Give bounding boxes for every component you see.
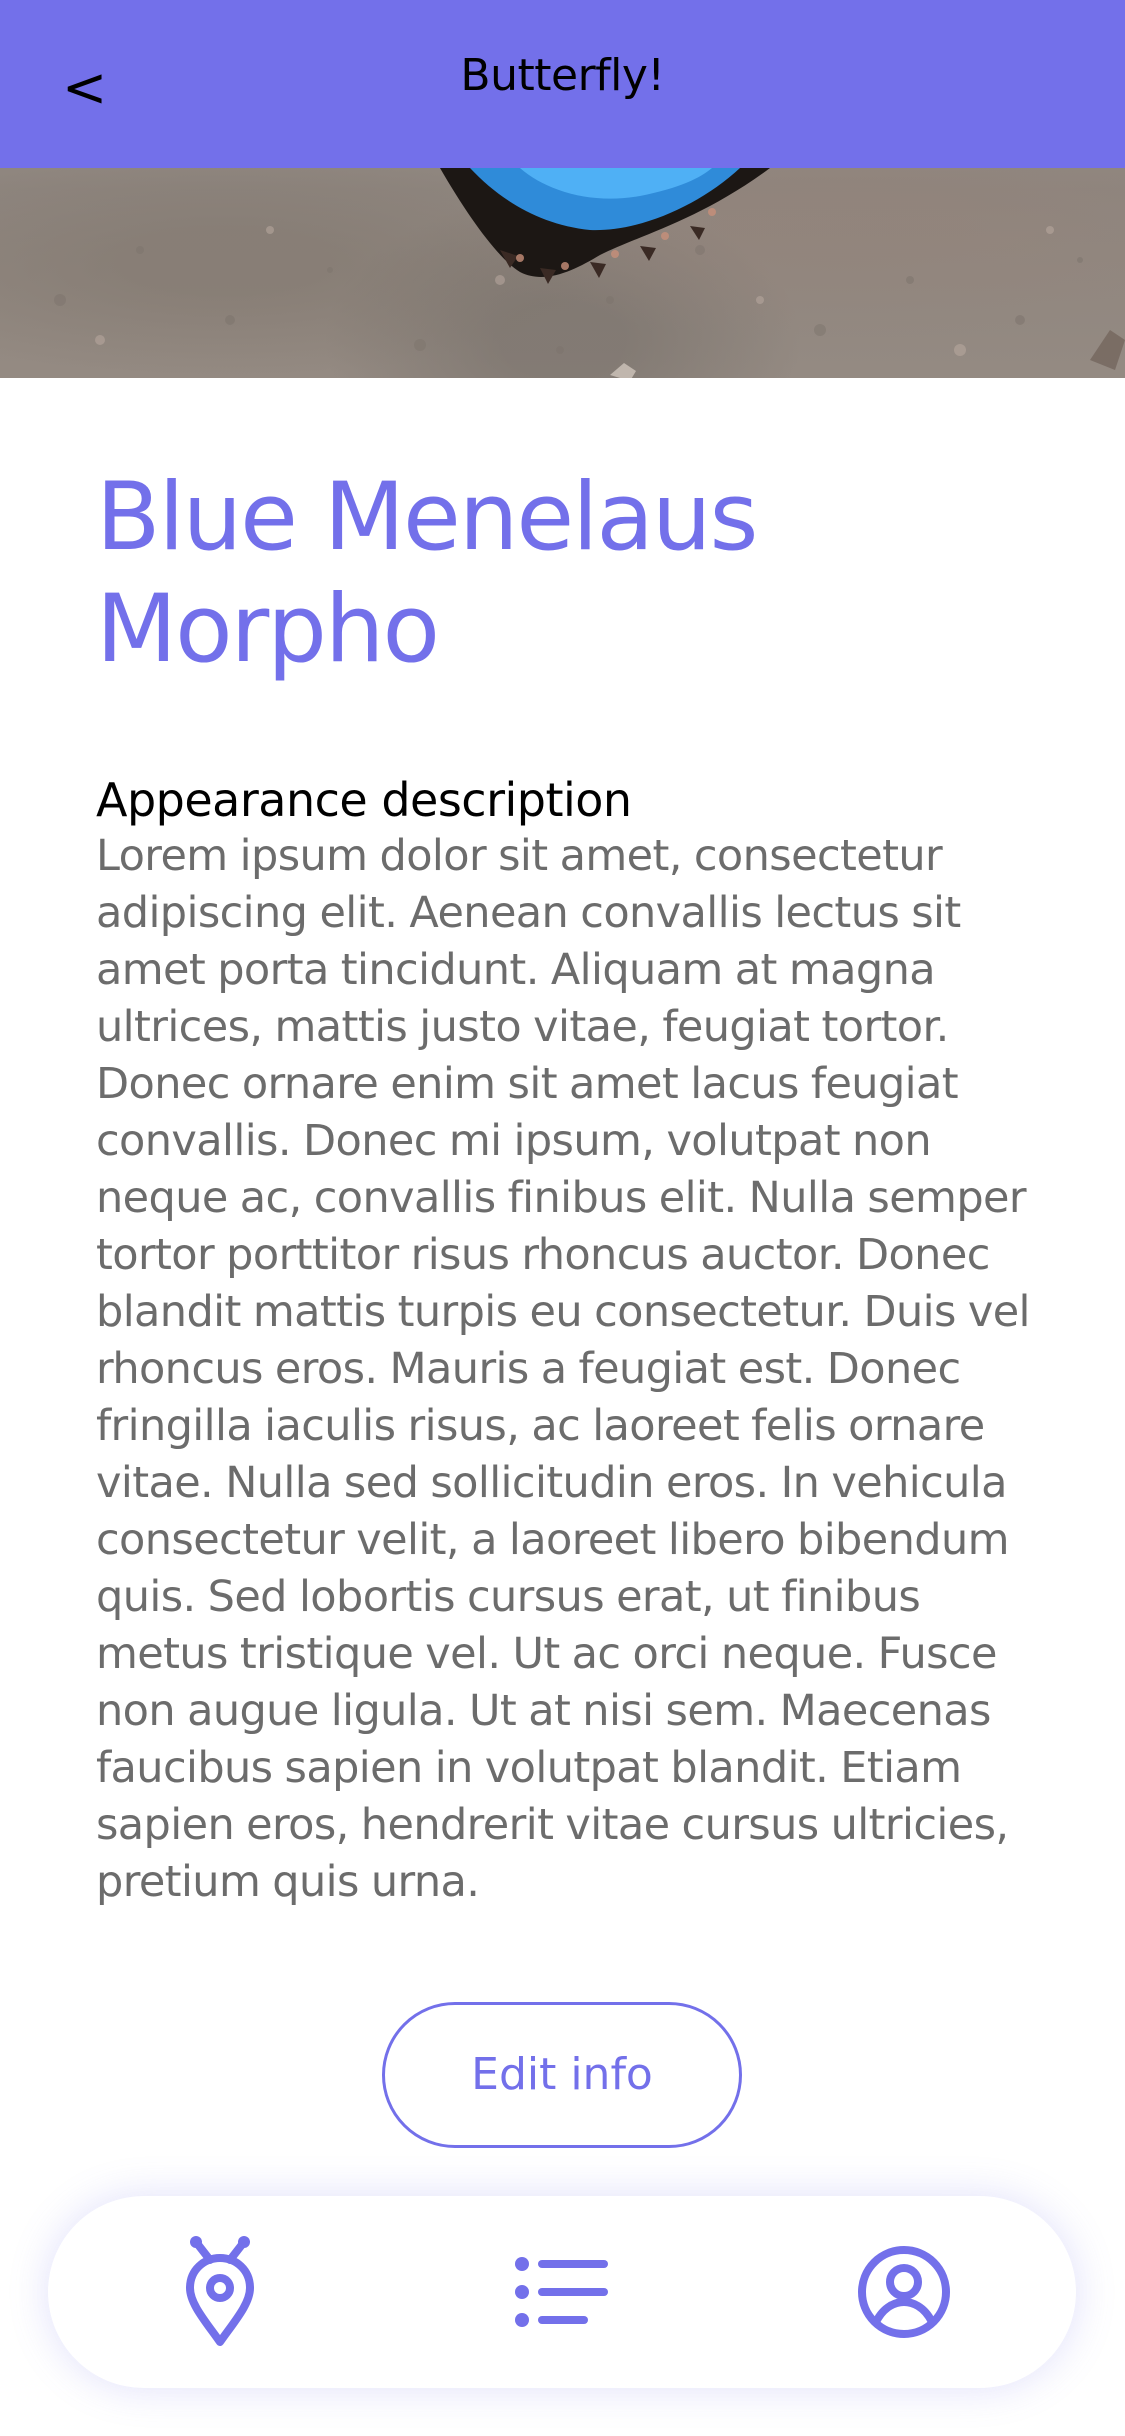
appearance-heading: Appearance description [96,773,632,827]
list-icon [515,2257,608,2327]
edit-info-button[interactable]: Edit info [382,2002,742,2148]
page-title: Butterfly! [460,50,665,101]
species-name: Blue Menelaus Morpho [96,463,759,684]
bottom-navigation [48,2196,1076,2388]
appearance-description: Lorem ipsum dolor sit amet, consectetur … [96,831,1031,1907]
nav-item-list[interactable] [502,2232,622,2352]
butterfly-location-icon [186,2236,254,2346]
nav-item-profile[interactable] [844,2232,964,2352]
app-header: < Butterfly! [0,0,1125,168]
butterfly-detail-screen: < Butterfly! Blue Menelaus Morpho Appear… [0,0,1125,2436]
nav-item-map[interactable] [160,2232,280,2352]
profile-icon [858,2246,950,2338]
species-details: Blue Menelaus Morpho Appearance descript… [96,462,1036,1911]
